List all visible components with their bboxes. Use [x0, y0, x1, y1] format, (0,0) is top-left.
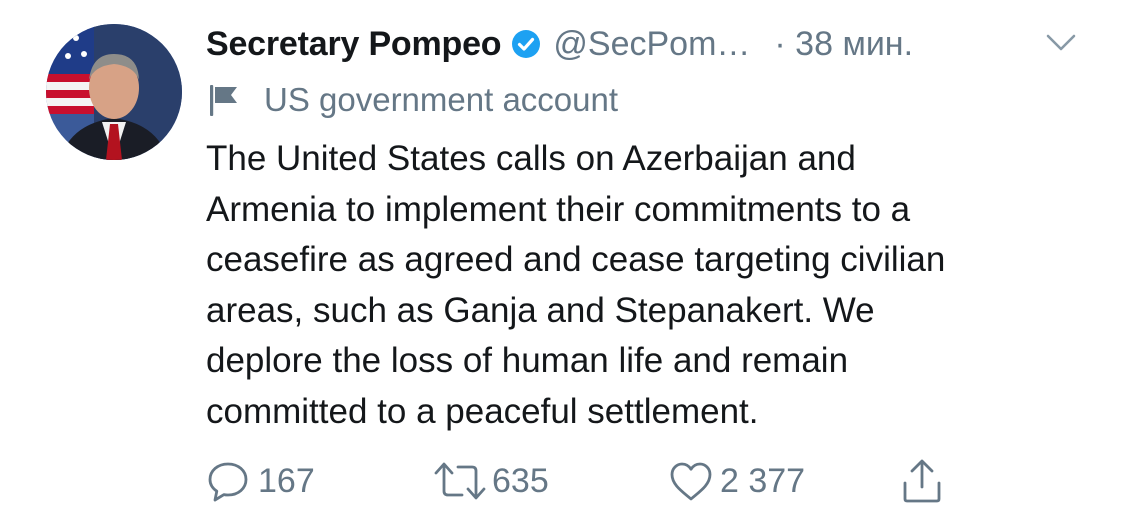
timestamp[interactable]: · 38 мин. — [774, 25, 913, 64]
account-label-text: US government account — [264, 81, 619, 118]
author-avatar[interactable] — [46, 24, 182, 160]
like-button[interactable]: 2 377 — [668, 456, 805, 506]
tweet-text-line: The United States calls on Azerbaijan an… — [206, 139, 856, 178]
display-name[interactable]: Secretary Pompeo — [206, 25, 502, 64]
chevron-down-icon[interactable] — [1044, 30, 1078, 54]
like-count: 2 377 — [720, 461, 806, 500]
retweet-button[interactable]: 635 — [432, 456, 549, 506]
user-handle[interactable]: @SecPom… — [553, 25, 750, 64]
tweet-header: Secretary Pompeo @SecPom… · 38 мин. — [206, 22, 913, 66]
retweet-icon — [434, 462, 486, 500]
account-label[interactable]: US government account — [206, 78, 618, 122]
tweet-text-line: deplore the loss of human life and remai… — [206, 341, 849, 380]
tweet-text-line: areas, such as Ganja and Stepanakert. We — [206, 290, 875, 330]
reply-button[interactable]: 167 — [206, 456, 315, 506]
reply-icon — [208, 462, 248, 502]
retweet-count: 635 — [492, 461, 549, 500]
share-button[interactable] — [900, 456, 944, 506]
heart-icon — [670, 462, 712, 501]
tweet-text-line: ceasefire as agreed and cease targeting … — [206, 240, 946, 279]
verified-badge-icon — [512, 30, 541, 58]
flag-icon — [210, 85, 237, 116]
tweet-text-line: Armenia to implement their commitments t… — [206, 189, 911, 229]
avatar-photo — [46, 24, 182, 160]
tweet-actions: 167 635 2 377 — [206, 456, 966, 506]
tweet-text: The United States calls on Azerbaijan an… — [206, 134, 1106, 437]
tweet-card[interactable]: Secretary Pompeo @SecPom… · 38 мин. US g… — [0, 0, 1125, 532]
reply-count: 167 — [258, 461, 315, 500]
share-icon — [903, 459, 941, 503]
tweet-text-line: committed to a peaceful settlement. — [206, 391, 759, 431]
